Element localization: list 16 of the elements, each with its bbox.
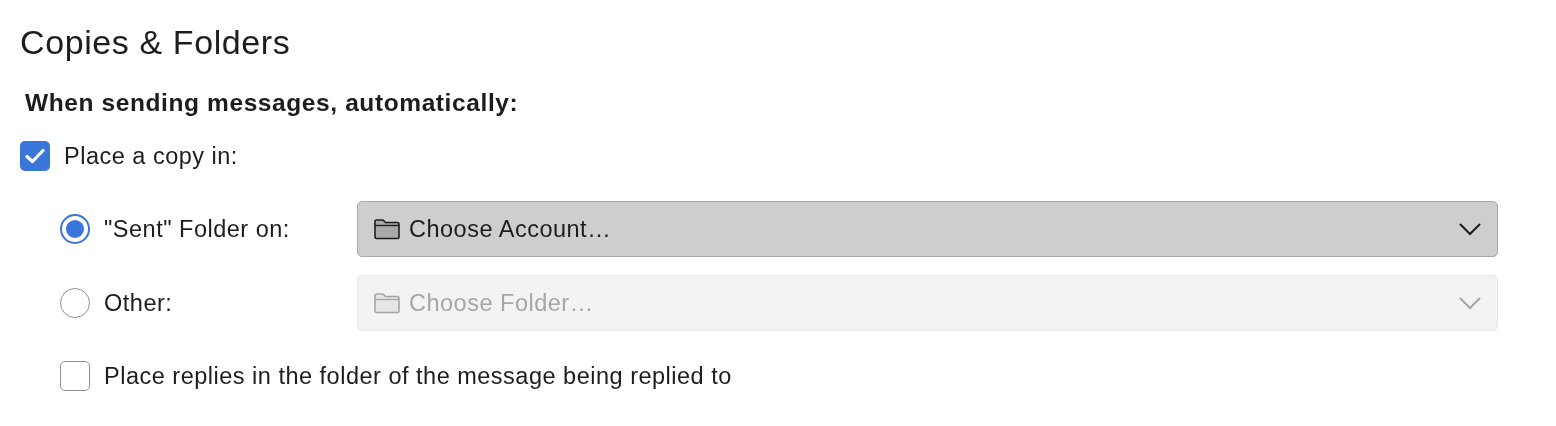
folder-icon	[373, 218, 401, 240]
checkmark-icon	[25, 148, 45, 164]
radio-button[interactable]	[60, 288, 90, 318]
section-title: Copies & Folders	[20, 25, 291, 59]
checkbox[interactable]	[20, 141, 50, 171]
checkbox[interactable]	[60, 361, 90, 391]
radio-label: Other:	[104, 289, 174, 317]
radio-button[interactable]	[60, 214, 90, 244]
chevron-down-icon	[1459, 296, 1481, 310]
radio-label: "Sent" Folder on:	[104, 215, 291, 243]
checkbox-label: Place a copy in:	[64, 142, 238, 170]
checkbox-label: Place replies in the folder of the message being replied to	[104, 362, 732, 390]
section-heading: When sending messages, automatically:	[25, 90, 519, 116]
chevron-down-icon	[1459, 222, 1481, 236]
dropdown[interactable]: Choose Account…	[357, 201, 1498, 257]
folder-icon	[373, 292, 401, 314]
